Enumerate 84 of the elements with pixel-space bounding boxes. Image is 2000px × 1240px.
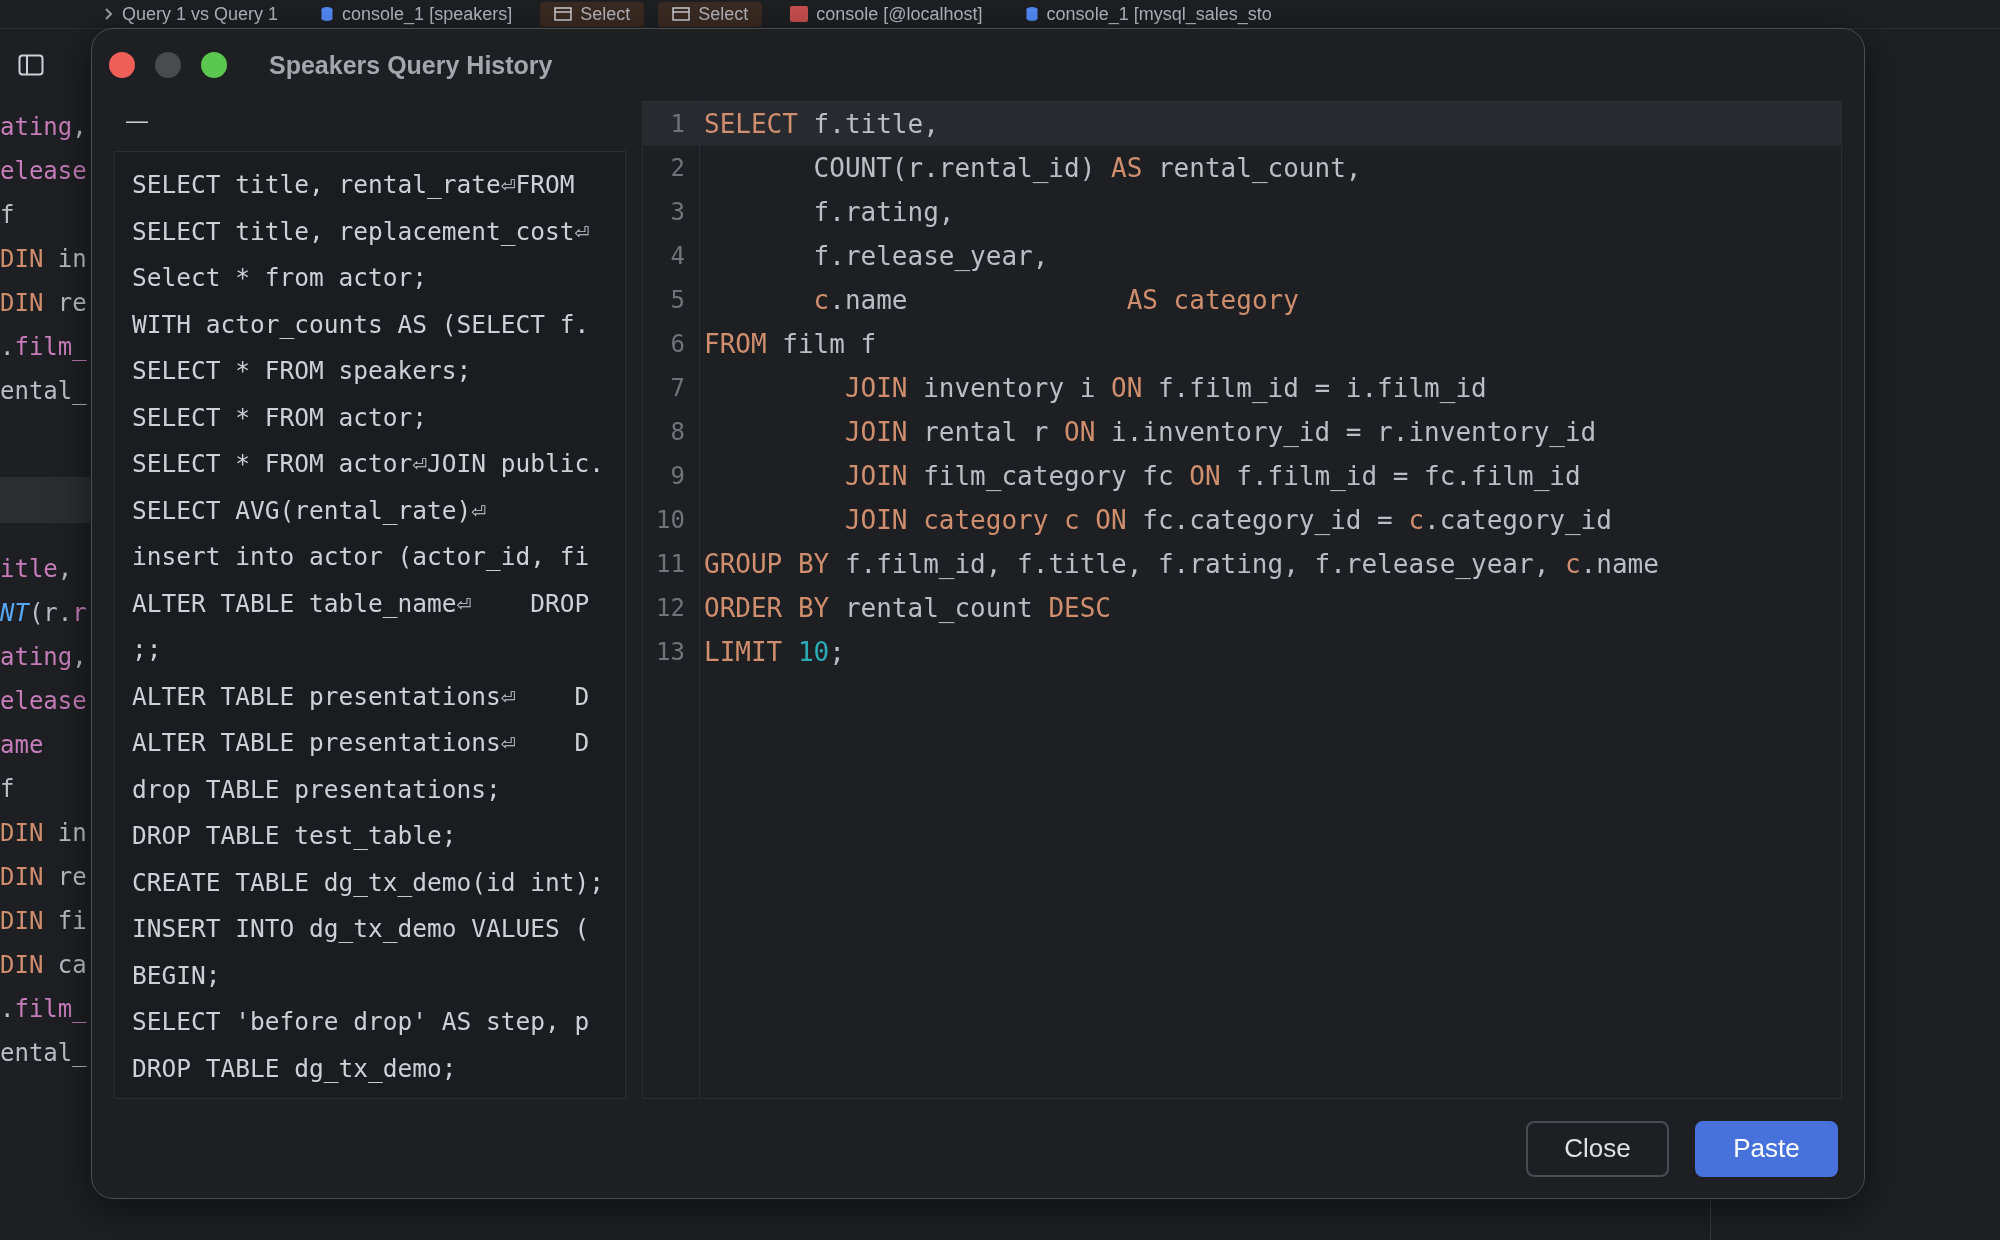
code-line: ental_ xyxy=(0,376,88,407)
code-line: elease xyxy=(0,686,88,717)
line-number: 8 xyxy=(643,410,700,454)
paste-button[interactable]: Paste xyxy=(1695,1120,1838,1177)
editor-tab[interactable]: console [@localhost] xyxy=(776,1,997,27)
history-item[interactable]: DROP TABLE test_table; xyxy=(132,813,457,860)
history-item[interactable]: SELECT 'before drop' AS step, p xyxy=(132,999,590,1046)
line-number: 7 xyxy=(643,366,700,410)
line-number: 11 xyxy=(643,542,700,586)
history-item[interactable]: Select * from actor; xyxy=(132,255,427,302)
code-line: ame xyxy=(0,730,45,761)
history-item[interactable]: WITH actor_counts AS (SELECT f. xyxy=(132,301,590,348)
code-line: GROUP BY f.film_id, f.title, f.rating, f.release_year, c.name xyxy=(703,548,1659,581)
line-number: 1 xyxy=(643,102,700,146)
code-line: DIN re xyxy=(0,862,88,893)
code-line: f xyxy=(0,774,16,805)
database-icon xyxy=(1024,6,1039,22)
editor-tab[interactable]: console_1 [mysql_sales_sto xyxy=(1010,1,1286,27)
history-item[interactable]: SELECT AVG(rental_rate)⏎ xyxy=(132,487,486,534)
database-icon xyxy=(320,6,335,22)
history-item[interactable]: SELECT * FROM speakers; xyxy=(132,348,472,395)
history-item[interactable]: ALTER TABLE presentations⏎ D xyxy=(132,673,590,720)
code-line: c.name AS category xyxy=(812,284,1299,317)
line-number: 9 xyxy=(643,454,700,498)
line-number: 12 xyxy=(643,586,700,630)
code-line: SELECT f.title, xyxy=(703,108,939,141)
history-item[interactable]: ALTER TABLE table_name⏎ DROP xyxy=(132,580,590,627)
history-item[interactable]: ALTER TABLE presentations⏎ D xyxy=(132,720,590,767)
line-number: 5 xyxy=(643,278,700,322)
history-item[interactable]: ;; xyxy=(132,627,162,674)
line-number: 13 xyxy=(643,630,700,674)
history-item[interactable]: insert into actor (actor_id, fi xyxy=(132,534,590,581)
code-line: itle, xyxy=(0,554,74,585)
code-line: LIMIT 10; xyxy=(703,636,845,669)
code-line: DIN ca xyxy=(0,950,88,981)
sidebar-toggle-icon[interactable] xyxy=(18,54,44,76)
line-number: 2 xyxy=(643,146,700,190)
filter-field[interactable]: — xyxy=(114,101,148,151)
history-item[interactable]: BEGIN; xyxy=(132,952,221,999)
editor-tab[interactable]: Select xyxy=(658,1,763,27)
code-line: ORDER BY rental_count DESC xyxy=(703,592,1111,625)
editor-tab[interactable]: console_1 [speakers] xyxy=(306,1,527,27)
code-line: .film_ xyxy=(0,994,88,1025)
close-window-button[interactable] xyxy=(109,52,135,78)
code-line: f.rating, xyxy=(812,196,955,229)
code-line: COUNT(r.rental_id) AS rental_count, xyxy=(812,152,1362,185)
line-number: 4 xyxy=(643,234,700,278)
history-item[interactable]: INSERT INTO dg_tx_demo VALUES ( xyxy=(132,906,590,953)
code-line: f.release_year, xyxy=(812,240,1049,273)
code-line: DIN fi xyxy=(0,906,88,937)
line-number: 10 xyxy=(643,498,700,542)
code-line: DIN re xyxy=(0,288,88,319)
code-line: ating, xyxy=(0,112,88,143)
code-line: f xyxy=(0,200,16,231)
code-line: NT(r.r xyxy=(0,598,88,629)
code-line: .film_ xyxy=(0,332,88,363)
editor-tab[interactable]: Select xyxy=(540,1,645,27)
code-line: DIN in xyxy=(0,818,88,849)
history-item[interactable]: drop TABLE presentations; xyxy=(132,766,501,813)
code-line: JOIN inventory i ON f.film_id = i.film_id xyxy=(843,372,1487,405)
console-icon xyxy=(790,6,809,22)
line-number: 3 xyxy=(643,190,700,234)
close-button[interactable]: Close xyxy=(1526,1120,1669,1177)
code-line: JOIN rental r ON i.inventory_id = r.inventory_id xyxy=(843,416,1597,449)
editor-tab[interactable]: Query 1 vs Query 1 xyxy=(90,1,293,27)
chevron-icon xyxy=(104,7,114,21)
history-item[interactable]: SELECT * FROM actor⏎JOIN public. xyxy=(132,441,604,488)
table-icon xyxy=(672,7,691,21)
window-title: Speakers Query History xyxy=(269,50,553,80)
code-line: elease xyxy=(0,156,88,187)
history-item[interactable]: SELECT * FROM actor; xyxy=(132,394,427,441)
code-line: JOIN category c ON fc.category_id = c.category_id xyxy=(843,504,1612,537)
history-item[interactable]: CREATE TABLE dg_tx_demo(id int); xyxy=(132,859,604,906)
history-item[interactable]: SELECT title, rental_rate⏎FROM xyxy=(132,162,575,209)
code-line: FROM film f xyxy=(703,328,877,361)
line-number: 6 xyxy=(643,322,700,366)
history-item[interactable]: SELECT title, replacement_cost⏎ xyxy=(132,208,590,255)
code-line: ental_ xyxy=(0,1038,88,1069)
code-line: JOIN film_category fc ON f.film_id = fc.film_id xyxy=(843,460,1581,493)
history-item[interactable]: DROP TABLE dg_tx_demo; xyxy=(132,1045,457,1092)
code-line: ating, xyxy=(0,642,88,673)
table-icon xyxy=(554,7,573,21)
zoom-window-button[interactable] xyxy=(201,52,227,78)
code-line: DIN in xyxy=(0,244,88,275)
